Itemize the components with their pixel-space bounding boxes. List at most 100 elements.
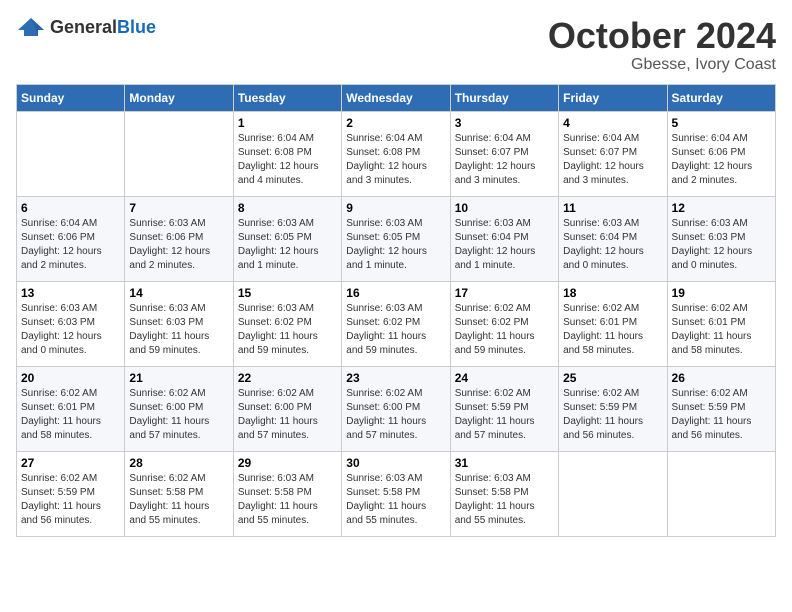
day-number: 11 <box>563 201 662 215</box>
day-number: 22 <box>238 371 337 385</box>
day-info: Sunrise: 6:02 AMSunset: 6:00 PMDaylight:… <box>346 387 445 443</box>
calendar-cell: 4 Sunrise: 6:04 AMSunset: 6:07 PMDaylight… <box>559 111 667 196</box>
logo-blue: Blue <box>117 17 156 38</box>
weekday-header-monday: Monday <box>125 84 233 111</box>
day-number: 21 <box>129 371 228 385</box>
calendar-cell: 17Sunrise: 6:02 AMSunset: 6:02 PMDayligh… <box>450 281 558 366</box>
calendar-cell: 16Sunrise: 6:03 AMSunset: 6:02 PMDayligh… <box>342 281 450 366</box>
day-info: Sunrise: 6:04 AMSunset: 6:06 PMDaylight:… <box>21 217 120 273</box>
logo: General Blue <box>16 16 156 38</box>
day-info: Sunrise: 6:02 AMSunset: 5:59 PMDaylight:… <box>563 387 662 443</box>
calendar-cell: 19 Sunrise: 6:02 AMSunset: 6:01 PMDayligh… <box>667 281 775 366</box>
logo-general: General <box>50 17 117 38</box>
calendar-cell: 22Sunrise: 6:02 AMSunset: 6:00 PMDayligh… <box>233 366 341 451</box>
calendar-week-row: 27 Sunrise: 6:02 AMSunset: 5:59 PMDayligh… <box>17 451 776 536</box>
calendar-cell: 5 Sunrise: 6:04 AMSunset: 6:06 PMDaylight… <box>667 111 775 196</box>
day-number: 17 <box>455 286 554 300</box>
weekday-header-friday: Friday <box>559 84 667 111</box>
calendar-cell: 3Sunrise: 6:04 AMSunset: 6:07 PMDaylight… <box>450 111 558 196</box>
calendar-cell: 6 Sunrise: 6:04 AMSunset: 6:06 PMDaylight… <box>17 196 125 281</box>
day-info: Sunrise: 6:03 AMSunset: 5:58 PMDaylight:… <box>455 472 554 528</box>
calendar-cell: 23 Sunrise: 6:02 AMSunset: 6:00 PMDayligh… <box>342 366 450 451</box>
calendar-table: SundayMondayTuesdayWednesdayThursdayFrid… <box>16 84 776 537</box>
day-info: Sunrise: 6:03 AMSunset: 5:58 PMDaylight:… <box>238 472 337 528</box>
day-info: Sunrise: 6:02 AMSunset: 6:01 PMDaylight:… <box>563 302 662 358</box>
day-info: Sunrise: 6:03 AMSunset: 6:06 PMDaylight:… <box>129 217 228 273</box>
day-number: 24 <box>455 371 554 385</box>
calendar-cell: 31 Sunrise: 6:03 AMSunset: 5:58 PMDayligh… <box>450 451 558 536</box>
day-info: Sunrise: 6:03 AMSunset: 5:58 PMDaylight:… <box>346 472 445 528</box>
calendar-cell <box>559 451 667 536</box>
day-number: 5 <box>672 116 771 130</box>
day-number: 8 <box>238 201 337 215</box>
day-number: 12 <box>672 201 771 215</box>
day-number: 28 <box>129 456 228 470</box>
calendar-cell: 2Sunrise: 6:04 AMSunset: 6:08 PMDaylight… <box>342 111 450 196</box>
day-info: Sunrise: 6:04 AMSunset: 6:06 PMDaylight:… <box>672 132 771 188</box>
calendar-cell: 24 Sunrise: 6:02 AMSunset: 5:59 PMDayligh… <box>450 366 558 451</box>
calendar-cell: 10Sunrise: 6:03 AMSunset: 6:04 PMDayligh… <box>450 196 558 281</box>
day-info: Sunrise: 6:03 AMSunset: 6:02 PMDaylight:… <box>346 302 445 358</box>
logo-icon <box>16 16 46 38</box>
day-number: 9 <box>346 201 445 215</box>
day-info: Sunrise: 6:04 AMSunset: 6:08 PMDaylight:… <box>346 132 445 188</box>
day-number: 18 <box>563 286 662 300</box>
day-number: 31 <box>455 456 554 470</box>
day-info: Sunrise: 6:02 AMSunset: 5:59 PMDaylight:… <box>21 472 120 528</box>
calendar-cell: 9 Sunrise: 6:03 AMSunset: 6:05 PMDaylight… <box>342 196 450 281</box>
weekday-header-sunday: Sunday <box>17 84 125 111</box>
calendar-cell: 14 Sunrise: 6:03 AMSunset: 6:03 PMDayligh… <box>125 281 233 366</box>
calendar-cell: 8Sunrise: 6:03 AMSunset: 6:05 PMDaylight… <box>233 196 341 281</box>
weekday-header-tuesday: Tuesday <box>233 84 341 111</box>
day-number: 23 <box>346 371 445 385</box>
day-info: Sunrise: 6:03 AMSunset: 6:03 PMDaylight:… <box>672 217 771 273</box>
day-number: 10 <box>455 201 554 215</box>
day-number: 19 <box>672 286 771 300</box>
day-number: 4 <box>563 116 662 130</box>
month-title: October 2024 <box>548 16 776 56</box>
calendar-cell: 30 Sunrise: 6:03 AMSunset: 5:58 PMDayligh… <box>342 451 450 536</box>
calendar-header-row: SundayMondayTuesdayWednesdayThursdayFrid… <box>17 84 776 111</box>
day-number: 26 <box>672 371 771 385</box>
day-info: Sunrise: 6:03 AMSunset: 6:05 PMDaylight:… <box>346 217 445 273</box>
location-title: Gbesse, Ivory Coast <box>548 56 776 74</box>
day-number: 3 <box>455 116 554 130</box>
calendar-header: General Blue October 2024 Gbesse, Ivory … <box>16 16 776 74</box>
calendar-cell <box>667 451 775 536</box>
day-number: 29 <box>238 456 337 470</box>
day-info: Sunrise: 6:03 AMSunset: 6:03 PMDaylight:… <box>21 302 120 358</box>
weekday-header-wednesday: Wednesday <box>342 84 450 111</box>
day-info: Sunrise: 6:03 AMSunset: 6:03 PMDaylight:… <box>129 302 228 358</box>
calendar-cell: 12 Sunrise: 6:03 AMSunset: 6:03 PMDayligh… <box>667 196 775 281</box>
calendar-cell: 25Sunrise: 6:02 AMSunset: 5:59 PMDayligh… <box>559 366 667 451</box>
calendar-cell: 11 Sunrise: 6:03 AMSunset: 6:04 PMDayligh… <box>559 196 667 281</box>
calendar-cell: 13Sunrise: 6:03 AMSunset: 6:03 PMDayligh… <box>17 281 125 366</box>
day-number: 30 <box>346 456 445 470</box>
calendar-week-row: 6 Sunrise: 6:04 AMSunset: 6:06 PMDaylight… <box>17 196 776 281</box>
weekday-header-saturday: Saturday <box>667 84 775 111</box>
calendar-cell: 20 Sunrise: 6:02 AMSunset: 6:01 PMDayligh… <box>17 366 125 451</box>
day-info: Sunrise: 6:04 AMSunset: 6:08 PMDaylight:… <box>238 132 337 188</box>
calendar-week-row: 13Sunrise: 6:03 AMSunset: 6:03 PMDayligh… <box>17 281 776 366</box>
calendar-week-row: 20 Sunrise: 6:02 AMSunset: 6:01 PMDayligh… <box>17 366 776 451</box>
day-info: Sunrise: 6:02 AMSunset: 6:00 PMDaylight:… <box>129 387 228 443</box>
calendar-cell: 21 Sunrise: 6:02 AMSunset: 6:00 PMDayligh… <box>125 366 233 451</box>
day-info: Sunrise: 6:03 AMSunset: 6:02 PMDaylight:… <box>238 302 337 358</box>
calendar-cell: 1 Sunrise: 6:04 AMSunset: 6:08 PMDaylight… <box>233 111 341 196</box>
day-info: Sunrise: 6:02 AMSunset: 5:59 PMDaylight:… <box>455 387 554 443</box>
day-number: 20 <box>21 371 120 385</box>
day-info: Sunrise: 6:02 AMSunset: 6:01 PMDaylight:… <box>672 302 771 358</box>
day-number: 14 <box>129 286 228 300</box>
day-number: 7 <box>129 201 228 215</box>
day-number: 27 <box>21 456 120 470</box>
day-number: 6 <box>21 201 120 215</box>
weekday-header-thursday: Thursday <box>450 84 558 111</box>
calendar-week-row: 1 Sunrise: 6:04 AMSunset: 6:08 PMDaylight… <box>17 111 776 196</box>
calendar-cell: 15Sunrise: 6:03 AMSunset: 6:02 PMDayligh… <box>233 281 341 366</box>
day-info: Sunrise: 6:03 AMSunset: 6:04 PMDaylight:… <box>563 217 662 273</box>
calendar-cell: 27 Sunrise: 6:02 AMSunset: 5:59 PMDayligh… <box>17 451 125 536</box>
day-info: Sunrise: 6:02 AMSunset: 6:01 PMDaylight:… <box>21 387 120 443</box>
day-number: 1 <box>238 116 337 130</box>
calendar-cell: 28Sunrise: 6:02 AMSunset: 5:58 PMDayligh… <box>125 451 233 536</box>
day-info: Sunrise: 6:04 AMSunset: 6:07 PMDaylight:… <box>563 132 662 188</box>
